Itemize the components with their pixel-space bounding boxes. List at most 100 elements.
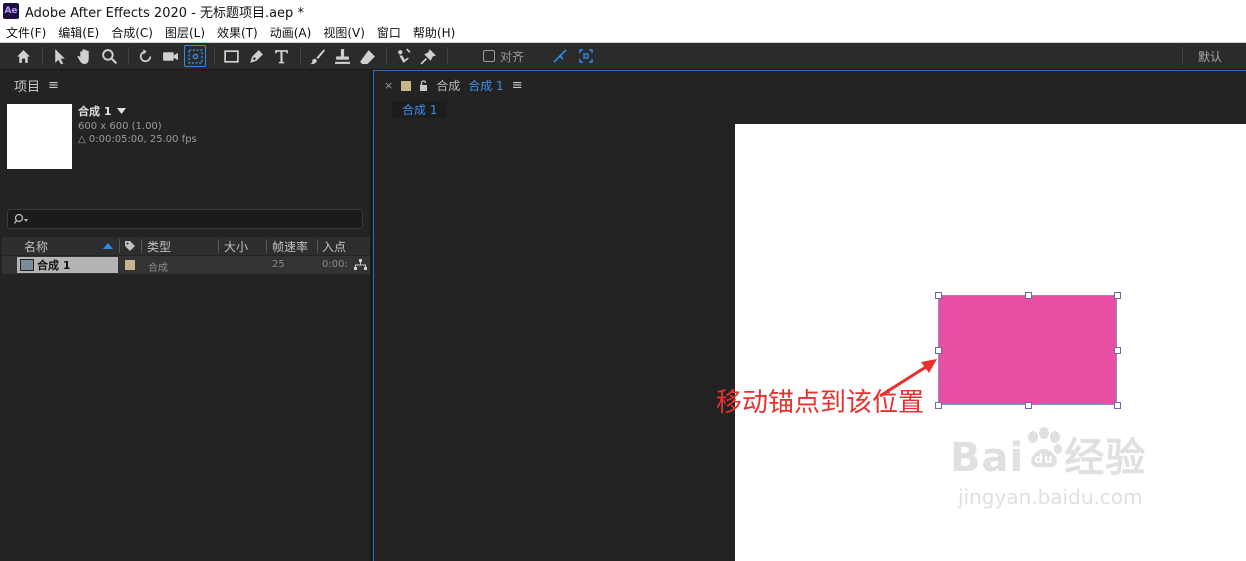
watermark-jingyan: 经验 [1064, 435, 1147, 481]
row-frame-rate: 25 [272, 259, 285, 270]
menu-composition[interactable]: 合成(C) [105, 24, 159, 41]
title-bar: Ae Adobe After Effects 2020 - 无标题项目.aep … [0, 0, 1246, 22]
align-label: 对齐 [500, 49, 525, 64]
flowchart-icon[interactable] [354, 259, 367, 271]
camera-icon[interactable] [159, 45, 181, 67]
align-checkbox[interactable] [483, 50, 495, 62]
composition-icon [20, 259, 34, 271]
transform-handle[interactable] [935, 402, 942, 409]
column-divider[interactable] [317, 239, 318, 253]
search-icon [14, 213, 28, 224]
toolbar-divider [1182, 47, 1183, 65]
comp-thumbnail [7, 104, 72, 169]
snap-grid-icon[interactable] [578, 48, 594, 64]
row-type: 合成 [148, 263, 168, 274]
roto-brush-icon[interactable] [392, 45, 414, 67]
puppet-pin-icon[interactable] [417, 45, 439, 67]
toolbar-divider [42, 47, 43, 65]
toolbar-divider [447, 47, 448, 65]
brush-icon[interactable] [306, 45, 328, 67]
rectangle-icon[interactable] [220, 45, 242, 67]
transform-handle[interactable] [1114, 347, 1121, 354]
watermark-url: jingyan.baidu.com [958, 485, 1143, 509]
row-name: 合成 1 [37, 259, 71, 272]
window-title: Adobe After Effects 2020 - 无标题项目.aep * [25, 5, 304, 21]
col-type[interactable]: 类型 [147, 238, 171, 255]
project-tab[interactable]: 项目 ≡ [14, 76, 59, 95]
menu-layer[interactable]: 图层(L) [159, 24, 211, 41]
menu-edit[interactable]: 编辑(E) [52, 24, 105, 41]
label-tag-icon[interactable] [124, 240, 136, 252]
watermark-brand: Bai du 经验 [950, 425, 1146, 483]
column-divider[interactable] [218, 239, 219, 253]
menu-window[interactable]: 窗口 [371, 24, 407, 41]
lock-icon[interactable] [419, 80, 428, 91]
eraser-icon[interactable] [356, 45, 378, 67]
column-divider[interactable] [266, 239, 267, 253]
paw-icon: du [1028, 427, 1063, 468]
watermark-bai: Bai [950, 435, 1025, 481]
annotation-text: 移动锚点到该位置 [716, 388, 925, 418]
comp-info: 合成 1 600 x 600 (1.00) △ 0:00:05:00, 25.0… [78, 103, 197, 145]
selected-comp-label: 合成 1 [78, 105, 112, 118]
comp-duration: △ 0:00:05:00, 25.00 fps [78, 134, 197, 145]
hand-icon[interactable] [73, 45, 95, 67]
col-size[interactable]: 大小 [224, 238, 248, 255]
toolbar-divider [300, 47, 301, 65]
col-frame-rate[interactable]: 帧速率 [272, 238, 308, 255]
row-in-point: 0:00: [322, 259, 348, 270]
composition-tab-prefix: 合成 [436, 79, 461, 93]
transform-handle[interactable] [1025, 402, 1032, 409]
project-search-input[interactable] [7, 209, 363, 229]
comp-resolution: 600 x 600 (1.00) [78, 121, 162, 132]
label-color-swatch[interactable] [125, 260, 135, 270]
close-icon[interactable]: × [384, 79, 393, 92]
tools-panel: 对齐 默认 [0, 43, 1246, 70]
toolbar-divider [214, 47, 215, 65]
pen-icon[interactable] [245, 45, 267, 67]
composition-breadcrumb[interactable]: 合成 1 [392, 101, 448, 118]
selected-comp-name[interactable]: 合成 1 [78, 103, 197, 119]
toolbar-divider [128, 47, 129, 65]
watermark-du: du [1035, 452, 1054, 466]
project-panel: 项目 ≡ 合成 1 600 x 600 (1.00) △ 0:00:05:00,… [0, 70, 370, 561]
snap-controls [552, 48, 594, 64]
menu-bar: 文件(F) 编辑(E) 合成(C) 图层(L) 效果(T) 动画(A) 视图(V… [0, 22, 1246, 43]
toolbar-divider [386, 47, 387, 65]
transform-handle[interactable] [1114, 292, 1121, 299]
menu-animation[interactable]: 动画(A) [264, 24, 318, 41]
rotate-icon[interactable] [134, 45, 156, 67]
menu-help[interactable]: 帮助(H) [407, 24, 461, 41]
panel-menu-icon[interactable]: ≡ [512, 78, 523, 93]
pan-behind-icon[interactable] [184, 45, 206, 67]
column-divider[interactable] [119, 239, 120, 253]
transform-handle[interactable] [1025, 292, 1032, 299]
text-icon[interactable] [270, 45, 292, 67]
shape-layer-rectangle[interactable] [935, 292, 1121, 409]
align-toggle[interactable]: 对齐 [483, 48, 524, 65]
column-divider[interactable] [141, 239, 142, 253]
menu-effect[interactable]: 效果(T) [211, 24, 264, 41]
clone-stamp-icon[interactable] [331, 45, 353, 67]
panel-menu-icon[interactable]: ≡ [48, 78, 59, 93]
zoom-icon[interactable] [98, 45, 120, 67]
composition-tab-name: 合成 1 [468, 79, 504, 93]
column-header: 名称 类型 大小 帧速率 入点 [2, 237, 370, 255]
table-row[interactable]: 合成 1 合成 25 0:00: [2, 256, 370, 274]
menu-view[interactable]: 视图(V) [317, 24, 371, 41]
chevron-down-icon[interactable] [117, 108, 127, 114]
selection-icon[interactable] [48, 45, 70, 67]
workspace-default[interactable]: 默认 [1198, 48, 1222, 65]
composition-tab[interactable]: × 合成 合成 1 ≡ [384, 77, 523, 94]
transform-handle[interactable] [1114, 402, 1121, 409]
col-in-point[interactable]: 入点 [322, 238, 346, 255]
project-tab-label: 项目 [14, 80, 41, 95]
snapping-icon[interactable] [552, 48, 568, 64]
transform-handle[interactable] [935, 292, 942, 299]
menu-file[interactable]: 文件(F) [0, 24, 52, 41]
label-color-swatch [401, 80, 412, 91]
after-effects-logo: Ae [3, 3, 19, 19]
col-name[interactable]: 名称 [24, 238, 48, 255]
sort-ascending-icon[interactable] [103, 242, 113, 249]
home-icon[interactable] [12, 45, 34, 67]
